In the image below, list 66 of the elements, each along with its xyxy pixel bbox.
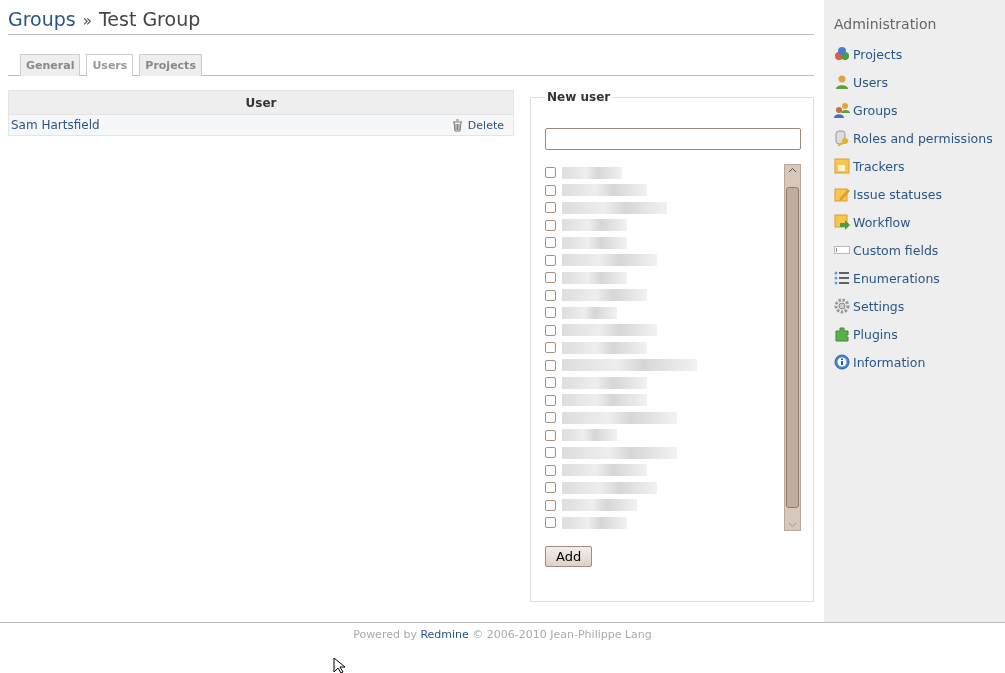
page-title: Test Group <box>98 8 201 30</box>
user-link[interactable]: Sam Hartsfield <box>11 118 100 132</box>
scroll-up-icon[interactable] <box>788 167 797 173</box>
footer-text: Powered by Redmine © 2006-2010 Jean-Philippe Lang <box>352 628 653 641</box>
sidebar-link[interactable]: Information <box>853 354 926 370</box>
redacted-name <box>562 306 617 319</box>
checkbox[interactable] <box>545 272 556 284</box>
checkbox[interactable] <box>545 254 556 266</box>
sidebar-link[interactable]: Plugins <box>853 326 898 342</box>
checkbox[interactable] <box>545 517 556 529</box>
checkbox[interactable] <box>545 237 556 249</box>
pencil-note-icon <box>834 186 850 202</box>
sidebar-link[interactable]: Projects <box>853 46 903 62</box>
sidebar-title: Administration <box>834 16 938 32</box>
person-icon <box>834 74 850 90</box>
checkbox[interactable] <box>545 464 556 476</box>
redacted-name <box>562 236 627 249</box>
checkbox[interactable] <box>545 359 556 371</box>
add-button[interactable]: Add <box>545 545 593 567</box>
scroll-down-icon[interactable] <box>788 522 797 528</box>
checkbox[interactable] <box>545 202 556 214</box>
checkbox[interactable] <box>545 342 556 354</box>
delete-link[interactable]: Delete <box>467 118 504 132</box>
note-icon <box>834 158 850 174</box>
redacted-name <box>562 271 627 284</box>
sidebar-link[interactable]: Enumerations <box>853 270 940 286</box>
checkbox[interactable] <box>545 394 556 406</box>
puzzle-icon <box>834 326 850 342</box>
sidebar-link[interactable]: Roles and permissions <box>853 130 993 146</box>
fieldset-legend: New user <box>545 90 613 104</box>
sidebar-link[interactable]: Settings <box>853 298 905 314</box>
scrollbar[interactable] <box>784 164 801 531</box>
sidebar-link[interactable]: Users <box>853 74 888 90</box>
checkbox[interactable] <box>545 499 556 511</box>
footer-link[interactable]: Redmine <box>420 628 469 641</box>
checkbox[interactable] <box>545 307 556 319</box>
checkbox[interactable] <box>545 167 556 179</box>
search-field[interactable] <box>545 128 801 150</box>
key-icon <box>834 130 850 146</box>
list-icon <box>834 270 850 286</box>
sidebar-link[interactable]: Groups <box>853 102 898 118</box>
column-header: User <box>8 90 514 115</box>
people-icon <box>834 102 850 118</box>
breadcrumb-link[interactable]: Groups <box>8 8 76 30</box>
checkbox[interactable] <box>545 482 556 494</box>
redacted-name <box>562 429 617 442</box>
settings-icon <box>834 298 850 314</box>
breadcrumb-separator: » <box>82 12 92 30</box>
redacted-name <box>562 219 627 232</box>
checkbox[interactable] <box>545 447 556 459</box>
checkbox[interactable] <box>545 184 556 196</box>
checkbox[interactable] <box>545 377 556 389</box>
trash-icon <box>451 118 463 132</box>
sidebar-link[interactable]: Workflow <box>853 214 911 230</box>
checkbox[interactable] <box>545 289 556 301</box>
checkbox[interactable] <box>545 412 556 424</box>
checkbox[interactable] <box>545 429 556 441</box>
checkbox[interactable] <box>545 324 556 336</box>
redacted-name <box>562 516 627 529</box>
sidebar-link[interactable]: Custom fields <box>853 242 939 258</box>
sidebar-link[interactable]: Issue statuses <box>853 186 942 202</box>
info-icon <box>834 354 850 370</box>
arrow-note-icon <box>834 214 850 230</box>
checkbox[interactable] <box>545 219 556 231</box>
sidebar-link[interactable]: Trackers <box>853 158 905 174</box>
redacted-name <box>562 166 622 179</box>
